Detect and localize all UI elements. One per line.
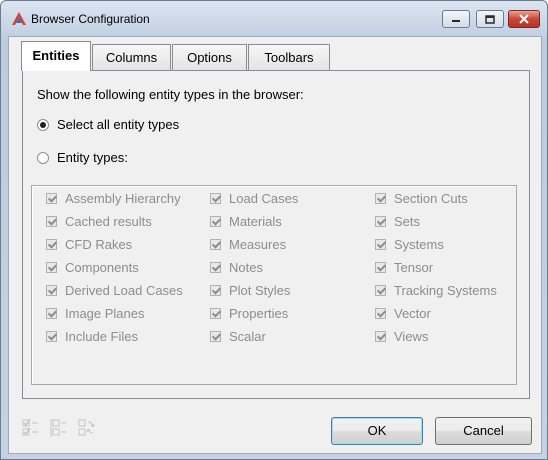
entity-checkbox-item[interactable]: Assembly Hierarchy bbox=[46, 191, 181, 206]
entities-panel: Show the following entity types in the b… bbox=[22, 70, 530, 399]
entity-checkbox[interactable] bbox=[375, 193, 386, 204]
entity-checkbox-label: Vector bbox=[394, 306, 431, 321]
entity-checkbox[interactable] bbox=[210, 331, 221, 342]
close-button[interactable] bbox=[508, 10, 540, 28]
title-bar[interactable]: Browser Configuration bbox=[1, 1, 547, 37]
entity-checkbox[interactable] bbox=[375, 331, 386, 342]
entity-checkbox[interactable] bbox=[375, 239, 386, 250]
entity-checkbox-label: Properties bbox=[229, 306, 289, 321]
entity-checkbox-label: Tensor bbox=[394, 260, 434, 275]
entity-checkbox-label: Section Cuts bbox=[394, 191, 468, 206]
tab-columns[interactable]: Columns bbox=[92, 44, 171, 70]
window-title: Browser Configuration bbox=[31, 12, 150, 26]
entity-checkbox-item[interactable]: Sets bbox=[375, 214, 420, 229]
entity-checkbox-label: Image Planes bbox=[65, 306, 145, 321]
entity-checkbox-item[interactable]: Cached results bbox=[46, 214, 152, 229]
entity-checkbox[interactable] bbox=[210, 193, 221, 204]
radio-select-all[interactable]: Select all entity types bbox=[37, 117, 179, 132]
entity-checkbox-item[interactable]: Components bbox=[46, 260, 139, 275]
entity-checkbox-item[interactable]: Vector bbox=[375, 306, 431, 321]
entity-checkbox-item[interactable]: Views bbox=[375, 329, 428, 344]
entity-checkbox-item[interactable]: Tensor bbox=[375, 260, 433, 275]
entity-checkbox-item[interactable]: Load Cases bbox=[210, 191, 298, 206]
entity-checkbox-item[interactable]: Plot Styles bbox=[210, 283, 290, 298]
entity-checkbox-label: Cached results bbox=[65, 214, 152, 229]
entity-checkbox-item[interactable]: Properties bbox=[210, 306, 288, 321]
entity-checkbox[interactable] bbox=[210, 308, 221, 319]
cancel-button[interactable]: Cancel bbox=[435, 417, 532, 445]
entity-checkbox-label: Plot Styles bbox=[229, 283, 291, 298]
entity-checkbox[interactable] bbox=[375, 285, 386, 296]
check-all-icon[interactable] bbox=[21, 418, 39, 438]
entity-checkbox-item[interactable]: Materials bbox=[210, 214, 282, 229]
tab-options[interactable]: Options bbox=[172, 44, 247, 70]
app-logo-icon bbox=[12, 12, 26, 25]
entity-checkbox-item[interactable]: Image Planes bbox=[46, 306, 145, 321]
minimize-icon bbox=[452, 20, 460, 22]
entity-checkbox[interactable] bbox=[46, 308, 57, 319]
uncheck-all-icon[interactable] bbox=[49, 418, 67, 438]
entity-checkbox[interactable] bbox=[46, 216, 57, 227]
entity-checkbox-label: Include Files bbox=[65, 329, 138, 344]
entity-checkbox[interactable] bbox=[46, 262, 57, 273]
entity-checkbox-label: Systems bbox=[394, 237, 444, 252]
entity-checkbox-item[interactable]: Notes bbox=[210, 260, 263, 275]
maximize-icon bbox=[485, 14, 495, 24]
entity-checkbox[interactable] bbox=[210, 216, 221, 227]
minimize-button[interactable] bbox=[442, 10, 470, 28]
tab-entities[interactable]: Entities bbox=[21, 41, 91, 71]
entity-checkbox-label: Scalar bbox=[229, 329, 266, 344]
entities-prompt: Show the following entity types in the b… bbox=[37, 87, 304, 102]
entity-checkbox-label: Sets bbox=[394, 214, 421, 229]
radio-entity-types-indicator[interactable] bbox=[37, 151, 49, 164]
entity-checkbox-label: Load Cases bbox=[229, 191, 299, 206]
entity-checkbox-item[interactable]: Systems bbox=[375, 237, 444, 252]
entity-checkbox[interactable] bbox=[46, 193, 57, 204]
maximize-button[interactable] bbox=[476, 10, 504, 28]
entity-checkbox-label: Components bbox=[65, 260, 139, 275]
entity-checkbox-item[interactable]: Include Files bbox=[46, 329, 138, 344]
entity-checkbox-label: Notes bbox=[229, 260, 263, 275]
reverse-selection-icon[interactable] bbox=[77, 418, 95, 438]
entity-checkbox[interactable] bbox=[46, 285, 57, 296]
entity-checkbox-label: CFD Rakes bbox=[65, 237, 133, 252]
entity-checkbox[interactable] bbox=[375, 308, 386, 319]
browser-configuration-window: Browser Configuration Entities Columns O… bbox=[0, 0, 548, 460]
entity-checkbox[interactable] bbox=[375, 216, 386, 227]
entity-checkbox-label: Assembly Hierarchy bbox=[65, 191, 181, 206]
entity-checkbox-label: Materials bbox=[229, 214, 282, 229]
entity-checkbox-item[interactable]: Derived Load Cases bbox=[46, 283, 183, 298]
entity-checkbox-item[interactable]: Section Cuts bbox=[375, 191, 468, 206]
radio-select-all-indicator[interactable] bbox=[37, 118, 49, 131]
entity-checkbox[interactable] bbox=[210, 239, 221, 250]
entity-checkbox-label: Derived Load Cases bbox=[65, 283, 183, 298]
entity-checkbox[interactable] bbox=[210, 285, 221, 296]
entity-checkbox-item[interactable]: CFD Rakes bbox=[46, 237, 132, 252]
tab-toolbars[interactable]: Toolbars bbox=[248, 44, 330, 70]
entity-checkbox-label: Measures bbox=[229, 237, 287, 252]
dialog-body: Entities Columns Options Toolbars Show t… bbox=[8, 36, 542, 454]
entity-checkbox[interactable] bbox=[375, 262, 386, 273]
entity-checkbox-item[interactable]: Scalar bbox=[210, 329, 266, 344]
radio-entity-types-label: Entity types: bbox=[57, 150, 128, 165]
radio-select-all-label: Select all entity types bbox=[57, 117, 180, 132]
entity-types-group: Assembly Hierarchy Cached results CFD Rake… bbox=[31, 185, 517, 385]
entity-checkbox-label: Views bbox=[394, 329, 429, 344]
entity-checkbox-item[interactable]: Measures bbox=[210, 237, 286, 252]
ok-button[interactable]: OK bbox=[331, 417, 423, 445]
entity-checkbox-item[interactable]: Tracking Systems bbox=[375, 283, 497, 298]
entity-checkbox[interactable] bbox=[210, 262, 221, 273]
radio-entity-types[interactable]: Entity types: bbox=[37, 150, 128, 165]
close-icon bbox=[519, 14, 529, 24]
entity-checkbox[interactable] bbox=[46, 331, 57, 342]
entity-checkbox-label: Tracking Systems bbox=[394, 283, 497, 298]
entity-checkbox[interactable] bbox=[46, 239, 57, 250]
